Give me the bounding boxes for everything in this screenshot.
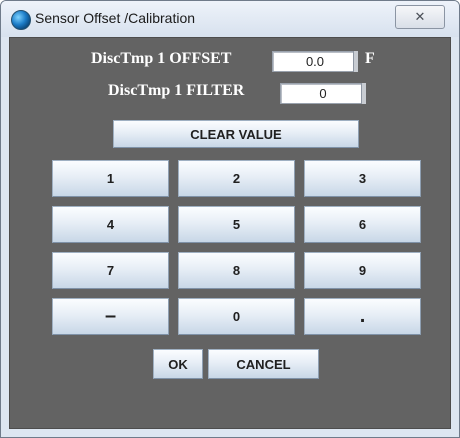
key-9-button[interactable]: 9: [304, 252, 421, 289]
globe-app-icon: [11, 10, 31, 30]
offset-value: 0.0: [305, 54, 325, 69]
key-0-button[interactable]: 0: [178, 298, 295, 335]
key-4-button[interactable]: 4: [52, 206, 169, 243]
key-6-button[interactable]: 6: [304, 206, 421, 243]
cancel-button[interactable]: CANCEL: [208, 349, 319, 379]
close-button[interactable]: ✕: [395, 5, 445, 29]
offset-value-field[interactable]: 0.0: [272, 51, 358, 72]
window-title: Sensor Offset /Calibration: [35, 10, 196, 26]
title-bar[interactable]: Sensor Offset /Calibration ✕: [1, 1, 459, 37]
key-1-button[interactable]: 1: [52, 160, 169, 197]
key-5-button[interactable]: 5: [178, 206, 295, 243]
offset-unit: F: [365, 50, 375, 67]
dialog-panel: DiscTmp 1 OFFSET 0.0 F DiscTmp 1 FILTER …: [9, 37, 451, 429]
ok-button[interactable]: OK: [153, 349, 203, 379]
key-3-button[interactable]: 3: [304, 160, 421, 197]
calibration-dialog: Sensor Offset /Calibration ✕ DiscTmp 1 O…: [0, 0, 460, 438]
key-minus-button[interactable]: –: [52, 298, 169, 335]
close-icon: ✕: [414, 9, 426, 24]
key-decimal-button[interactable]: .: [304, 298, 421, 335]
filter-value-field[interactable]: 0: [280, 83, 366, 104]
key-7-button[interactable]: 7: [52, 252, 169, 289]
key-2-button[interactable]: 2: [178, 160, 295, 197]
offset-label: DiscTmp 1 OFFSET: [91, 50, 232, 67]
key-8-button[interactable]: 8: [178, 252, 295, 289]
filter-label: DiscTmp 1 FILTER: [108, 82, 245, 99]
clear-value-button[interactable]: CLEAR VALUE: [113, 120, 359, 148]
filter-value: 0: [319, 86, 327, 101]
